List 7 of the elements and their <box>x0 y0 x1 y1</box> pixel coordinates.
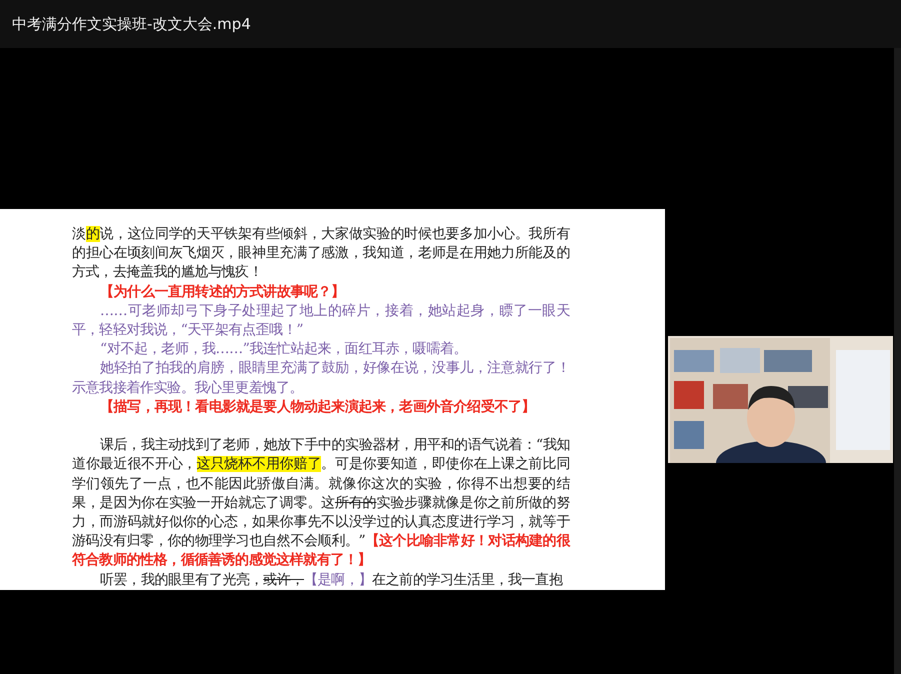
paragraph: 【描写，再现！看电影就是要人物动起来演起来，老画外音介绍受不了】 <box>99 398 536 417</box>
window-title: 中考满分作文实操班-改文大会.mp4 <box>12 14 251 34</box>
paragraph: “对不起，老师，我……”我连忙站起来，面红耳赤，嗫嚅着。 <box>99 340 468 360</box>
paragraph: 【为什么一直用转述的方式讲故事呢？】 <box>99 282 346 302</box>
paragraph: 听罢，我的眼里有了光亮，或许，【是啊，】在之前的学习生活里，我一直抱 <box>99 570 564 590</box>
paragraph: ……可老师却弓下身子处理起了地上的碎片，接着，她站起身，瞟了一眼天平，轻轻对我说，“天平架有点歪哦！” <box>72 302 570 340</box>
paragraph: 她轻拍了拍我的肩膀，眼睛里充满了鼓励，好像在说，没事儿，注意就行了！示意我接着作实验。我心里更羞愧了。 <box>72 359 570 398</box>
